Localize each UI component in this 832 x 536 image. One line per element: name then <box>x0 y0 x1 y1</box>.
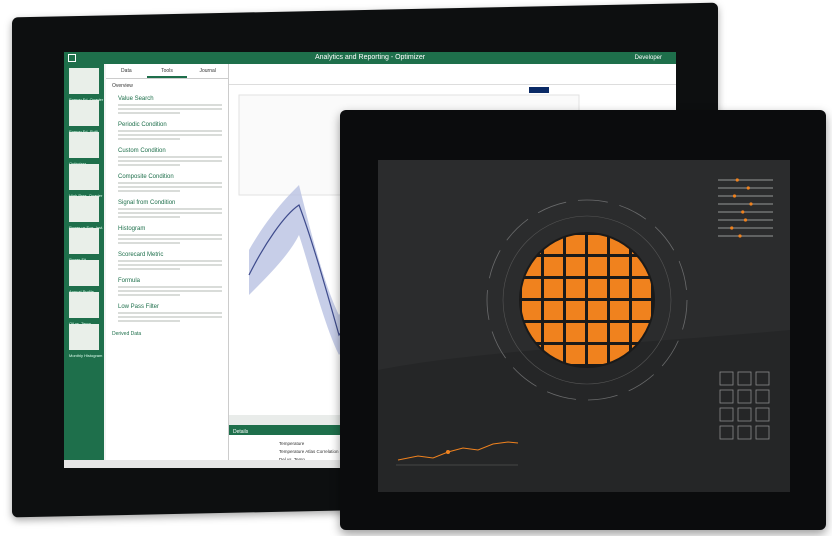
worksheet-thumb[interactable]: Power vs Eos. Inst. <box>69 196 103 230</box>
slider-knob[interactable] <box>735 178 739 182</box>
tool-item[interactable]: Periodic Condition <box>106 119 228 145</box>
wafer-die <box>610 279 629 298</box>
wafer-die <box>566 279 585 298</box>
tool-item[interactable]: Value Search <box>106 93 228 119</box>
hmi-graphics <box>378 178 790 492</box>
slider-knob[interactable] <box>749 202 753 206</box>
legend-row: Temperature <box>279 441 305 446</box>
front-screen <box>378 160 790 492</box>
wafer-die <box>566 257 585 276</box>
slider-knob[interactable] <box>732 194 737 198</box>
slider-knob[interactable] <box>743 218 748 222</box>
window-title: Analytics and Reporting - Optimizer <box>314 54 426 61</box>
tool-item[interactable]: Signal from Condition <box>106 197 228 223</box>
wafer-die <box>588 279 607 298</box>
wafer-die <box>544 301 563 320</box>
wafer-die <box>544 257 563 276</box>
app-grid-icon[interactable] <box>68 54 76 62</box>
wafer-die <box>610 257 629 276</box>
wafer-die <box>544 323 563 342</box>
tab-journal[interactable]: Journal <box>187 64 228 78</box>
tab-tools[interactable]: Tools <box>146 64 188 78</box>
wafer-die <box>522 235 541 254</box>
worksheet-thumb[interactable]: Energy Fd. Quarter <box>69 68 103 102</box>
user-label[interactable]: Developer <box>635 52 662 64</box>
worksheet-thumb[interactable]: Oil vs. Temp <box>69 292 99 326</box>
wafer-die <box>632 235 651 254</box>
worksheet-thumb[interactable]: Power Fit <box>69 228 99 262</box>
wafer-die <box>566 323 585 342</box>
wafer-die <box>566 345 585 364</box>
wafer-backing <box>519 232 655 368</box>
tool-item[interactable]: Composite Condition <box>106 171 228 197</box>
wafer-die <box>588 257 607 276</box>
tools-panel: Data Tools Journal Overview Value Search… <box>106 64 229 468</box>
worksheet-thumb[interactable]: Optimizer <box>69 132 99 166</box>
wafer-die <box>566 235 585 254</box>
wafer-die <box>588 345 607 364</box>
trend-toolbar <box>229 64 676 85</box>
slider-knob[interactable] <box>741 210 745 214</box>
worksheet-thumb[interactable]: Monthly Histogram <box>69 324 102 358</box>
worksheet-thumb[interactable]: Annual Profile <box>69 260 99 294</box>
worksheet-strip: Energy Fd. Quarter Energy Fd. Shift Opti… <box>64 64 104 468</box>
derived-data-label: Derived Data <box>112 331 142 337</box>
slider-knob[interactable] <box>746 186 750 190</box>
wafer-die <box>544 279 563 298</box>
tools-overview[interactable]: Overview <box>106 79 228 93</box>
wafer-die <box>610 323 629 342</box>
tool-item[interactable]: Custom Condition <box>106 145 228 171</box>
wafer-die <box>632 279 651 298</box>
slider-stack <box>718 178 773 238</box>
wafer-die <box>588 301 607 320</box>
wafer-die <box>588 323 607 342</box>
tool-item[interactable]: Scorecard Metric <box>106 249 228 275</box>
tool-item[interactable]: Histogram <box>106 223 228 249</box>
wafer-die <box>610 301 629 320</box>
tab-data[interactable]: Data <box>106 64 147 78</box>
slider-knob[interactable] <box>738 234 742 238</box>
worksheet-thumb[interactable]: Energy Fd. Shift <box>69 100 99 134</box>
side-tabs: Data Tools Journal <box>106 64 228 79</box>
wafer-die <box>632 301 651 320</box>
wafer-die <box>522 279 541 298</box>
wafer-die <box>588 235 607 254</box>
tool-item[interactable]: Low Pass Filter <box>106 301 228 327</box>
tool-item[interactable]: Formula <box>106 275 228 301</box>
app-titlebar: Analytics and Reporting - Optimizer Deve… <box>64 52 676 64</box>
slider-knob[interactable] <box>730 226 734 230</box>
wafer-die <box>566 301 585 320</box>
worksheet-thumb[interactable]: High Pres. Quarter <box>69 164 102 198</box>
details-label: Details <box>233 429 249 435</box>
wafer-die <box>522 301 541 320</box>
